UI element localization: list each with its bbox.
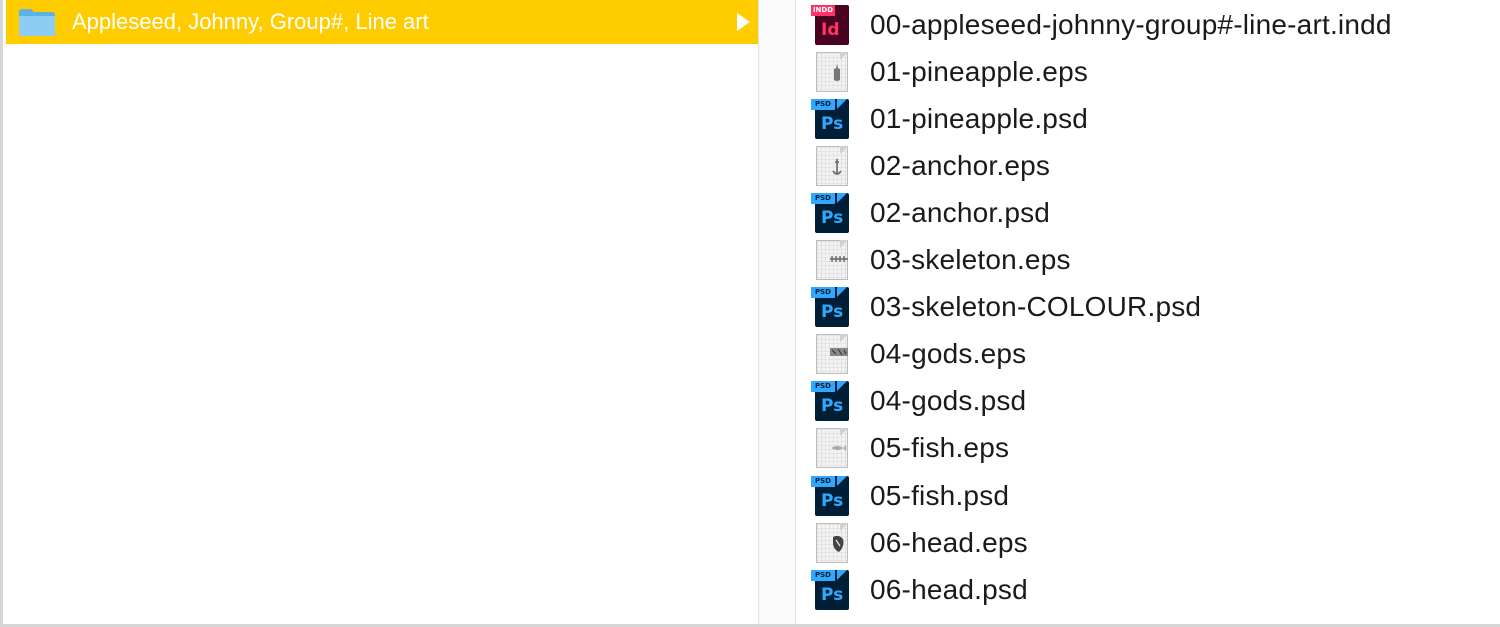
photoshop-file-icon: PSD Ps: [811, 569, 851, 610]
file-row[interactable]: 02-anchor.eps: [796, 142, 1500, 189]
folder-label: Appleseed, Johnny, Group#, Line art: [72, 9, 429, 34]
photoshop-file-icon: PSD Ps: [811, 381, 851, 422]
column-resize-handle[interactable]: [759, 0, 795, 624]
file-name: 02-anchor.eps: [870, 149, 1051, 181]
file-row[interactable]: PSD Ps 05-fish.psd: [796, 472, 1500, 519]
file-name: 03-skeleton.eps: [870, 244, 1071, 275]
file-name: 04-gods.eps: [870, 338, 1027, 370]
file-name: 06-head.psd: [870, 573, 1028, 605]
file-row[interactable]: PSD Ps 06-head.psd: [796, 566, 1500, 613]
indesign-file-icon: INDD Id: [811, 4, 851, 45]
photoshop-file-icon: PSD Ps: [811, 98, 851, 139]
file-row[interactable]: PSD Ps 04-gods.psd: [796, 378, 1500, 425]
eps-file-icon: [811, 428, 851, 469]
file-row[interactable]: INDD Id 00-appleseed-johnny-group#-line-ar…: [796, 1, 1500, 48]
file-row[interactable]: 01-pineapple.eps: [796, 48, 1500, 95]
eps-file-icon: [811, 51, 851, 92]
file-name: 01-pineapple.psd: [870, 102, 1089, 134]
file-row[interactable]: 03-skeleton.eps: [796, 237, 1500, 284]
file-name: 00-appleseed-johnny-group#-line-art.indd: [870, 8, 1392, 40]
file-name: 05-fish.psd: [870, 479, 1010, 511]
file-row[interactable]: 05-fish.eps: [796, 425, 1500, 472]
folder-row-selected[interactable]: Appleseed, Johnny, Group#, Line art: [6, 0, 758, 44]
file-row[interactable]: PSD Ps 02-anchor.psd: [796, 189, 1500, 236]
file-name: 04-gods.psd: [870, 385, 1027, 417]
eps-file-icon: [811, 240, 851, 280]
file-row[interactable]: 06-head.eps: [796, 519, 1500, 566]
eps-file-icon: [811, 334, 851, 375]
file-row[interactable]: PSD Ps 01-pineapple.psd: [796, 95, 1500, 142]
file-name: 05-fish.eps: [870, 432, 1010, 464]
finder-column-parent: Appleseed, Johnny, Group#, Line art: [6, 0, 758, 624]
finder-window: Appleseed, Johnny, Group#, Line art INDD…: [0, 0, 1500, 627]
photoshop-file-icon: PSD Ps: [811, 475, 851, 516]
file-name: 02-anchor.psd: [870, 196, 1051, 228]
photoshop-file-icon: PSD Ps: [811, 192, 851, 233]
eps-file-icon: [811, 522, 851, 563]
photoshop-file-icon: PSD Ps: [811, 287, 851, 328]
disclosure-arrow-icon[interactable]: [737, 13, 750, 31]
file-row[interactable]: 04-gods.eps: [796, 331, 1500, 378]
file-row[interactable]: PSD Ps 03-skeleton-COLOUR.psd: [796, 284, 1500, 331]
finder-column-files: INDD Id 00-appleseed-johnny-group#-line-ar…: [796, 0, 1500, 624]
file-name: 06-head.eps: [870, 526, 1028, 558]
eps-file-icon: [811, 145, 851, 186]
folder-icon: [18, 7, 56, 37]
file-name: 03-skeleton-COLOUR.psd: [870, 291, 1202, 323]
file-name: 01-pineapple.eps: [870, 55, 1089, 87]
